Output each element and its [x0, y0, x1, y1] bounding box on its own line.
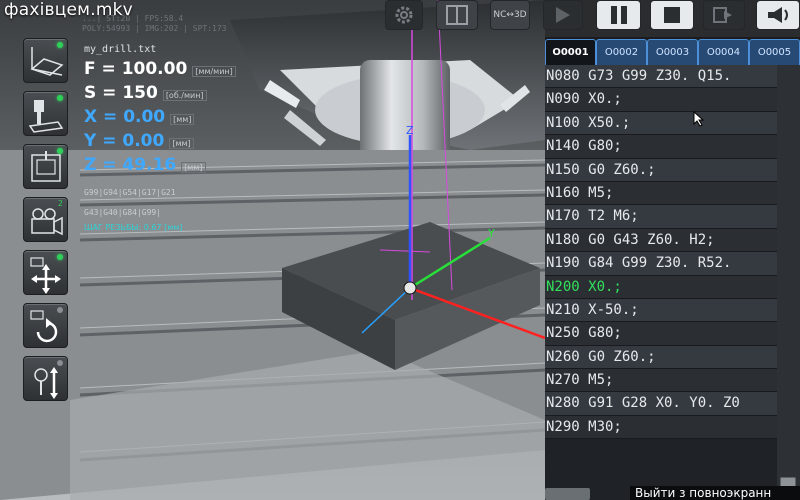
- render-stats: ...| ST:20 | FPS:58.4 POLY:54993 | IMG:2…: [82, 14, 227, 34]
- current-code-line[interactable]: N200 X0.;: [545, 275, 777, 299]
- camera-zoom-icon: [34, 367, 58, 399]
- stats-line-1: ...| ST:20 | FPS:58.4: [82, 14, 184, 23]
- camera-rotate-button[interactable]: [23, 303, 68, 348]
- camera-zoom-button[interactable]: [23, 356, 68, 401]
- code-line[interactable]: N250 G80;: [545, 322, 777, 346]
- machine-scene: Z Y: [0, 0, 545, 500]
- camera-move-button[interactable]: [23, 250, 68, 295]
- y-value: Y = 0.00: [84, 131, 165, 151]
- camera-rotate-icon: [30, 310, 58, 343]
- axis-y-label: Y: [487, 227, 495, 240]
- program-panel: O0001 O0002 O0003 O0004 O0005 N080 G73 G…: [545, 37, 800, 500]
- nc-3d-label: NC↔3D: [493, 10, 527, 20]
- z-value: Z = 49.16: [84, 155, 177, 175]
- camera-move-icon: [30, 257, 61, 294]
- y-readout: Y = 0.00 [мм]: [84, 131, 236, 155]
- y-unit: [мм]: [169, 138, 194, 149]
- program-tabs: O0001 O0002 O0003 O0004 O0005: [545, 37, 800, 65]
- megaphone-icon: [768, 7, 788, 23]
- fullscreen-hint: Выйти з повноэкранн: [630, 486, 800, 500]
- code-line[interactable]: N160 M5;: [545, 181, 777, 206]
- modal-codes-line-1: G99|G94|G54|G17|G21: [84, 188, 176, 197]
- code-line[interactable]: N190 G84 G99 Z30. R52.: [545, 252, 777, 276]
- feed-unit: [мм/мин]: [192, 66, 236, 77]
- camera-icon: [31, 208, 63, 236]
- code-line[interactable]: N270 M5;: [545, 369, 777, 393]
- gcode-listing[interactable]: N080 G73 G99 Z30. Q15. N090 X0.; N100 X5…: [545, 65, 777, 473]
- camera-2-button[interactable]: 2: [23, 197, 68, 242]
- z-unit: [мм]: [181, 162, 206, 173]
- code-line[interactable]: N100 X50.;: [545, 111, 777, 136]
- play-button[interactable]: [543, 0, 583, 30]
- stop-button[interactable]: [650, 0, 694, 30]
- tab-o0002[interactable]: O0002: [596, 39, 647, 65]
- workpiece-setup-button[interactable]: [23, 38, 68, 83]
- play-icon: [556, 7, 570, 23]
- code-line[interactable]: N280 G91 G28 X0. Y0. Z0: [545, 392, 777, 416]
- modal-codes: G99|G94|G54|G17|G21 G43|G40|G84|G99|: [84, 183, 236, 223]
- tab-o0004[interactable]: O0004: [698, 39, 749, 65]
- stats-line-2: POLY:54993 | IMG:202 | SPT:173: [82, 24, 227, 33]
- x-value: X = 0.00: [84, 107, 166, 127]
- exit-icon: [713, 7, 732, 23]
- spindle-speed-readout: S = 150 [об./мин]: [84, 83, 236, 107]
- player-progress-handle[interactable]: [545, 488, 590, 500]
- machine-door-icon: [446, 5, 468, 25]
- 3d-viewport[interactable]: Z Y фахівцем.mkv ...| ST:20 | FPS:58.4 P…: [0, 0, 545, 500]
- nc-3d-button[interactable]: NC↔3D: [490, 0, 530, 30]
- modal-codes-line-2: G43|G40|G84|G99|: [84, 208, 162, 217]
- stop-icon: [664, 7, 680, 23]
- tab-o0003[interactable]: O0003: [647, 39, 698, 65]
- gear-icon: [395, 6, 413, 24]
- z-readout: Z = 49.16 [мм]: [84, 155, 236, 179]
- tool-setup-button[interactable]: [23, 91, 68, 136]
- speed-value: S = 150: [84, 83, 158, 103]
- workpiece-icon: [30, 47, 64, 76]
- listing-scrollbar[interactable]: [777, 65, 800, 500]
- sound-button[interactable]: [756, 0, 800, 30]
- code-line[interactable]: N150 G0 Z60.;: [545, 158, 777, 182]
- exit-button[interactable]: [703, 0, 745, 30]
- speed-unit: [об./мин]: [162, 90, 207, 101]
- code-line[interactable]: N180 G0 G43 Z60. H2;: [545, 228, 777, 253]
- code-line[interactable]: N290 M30;: [545, 415, 777, 440]
- program-filename: my_drill.txt: [84, 44, 157, 55]
- x-readout: X = 0.00 [мм]: [84, 107, 236, 131]
- pause-button[interactable]: [596, 0, 641, 30]
- code-line[interactable]: N210 X-50.;: [545, 298, 777, 323]
- thread-pitch: ШАГ РЕЗЬБЫ: 0.67 [мм]: [84, 223, 183, 232]
- machine-icon: [31, 151, 61, 182]
- tool-icon: [28, 100, 64, 133]
- x-unit: [мм]: [170, 114, 195, 125]
- pause-icon: [610, 6, 627, 24]
- machine-view-button[interactable]: [436, 0, 478, 30]
- feed-value: F = 100.00: [84, 59, 188, 79]
- code-line[interactable]: N090 X0.;: [545, 88, 777, 112]
- settings-button[interactable]: [385, 0, 423, 30]
- axis-z-label: Z: [406, 124, 414, 137]
- code-line[interactable]: N260 G0 Z60.;: [545, 345, 777, 370]
- code-line[interactable]: N140 G80;: [545, 135, 777, 159]
- code-line[interactable]: N170 T2 M6;: [545, 205, 777, 229]
- code-line[interactable]: N080 G73 G99 Z30. Q15.: [545, 65, 777, 89]
- tab-o0001[interactable]: O0001: [545, 39, 596, 65]
- mouse-pointer-icon: [693, 111, 705, 127]
- tab-o0005[interactable]: O0005: [749, 39, 800, 65]
- machine-setup-button[interactable]: [23, 144, 68, 189]
- position-readouts: my_drill.txt F = 100.00 [мм/мин] S = 150…: [84, 44, 236, 232]
- feed-readout: F = 100.00 [мм/мин]: [84, 59, 236, 83]
